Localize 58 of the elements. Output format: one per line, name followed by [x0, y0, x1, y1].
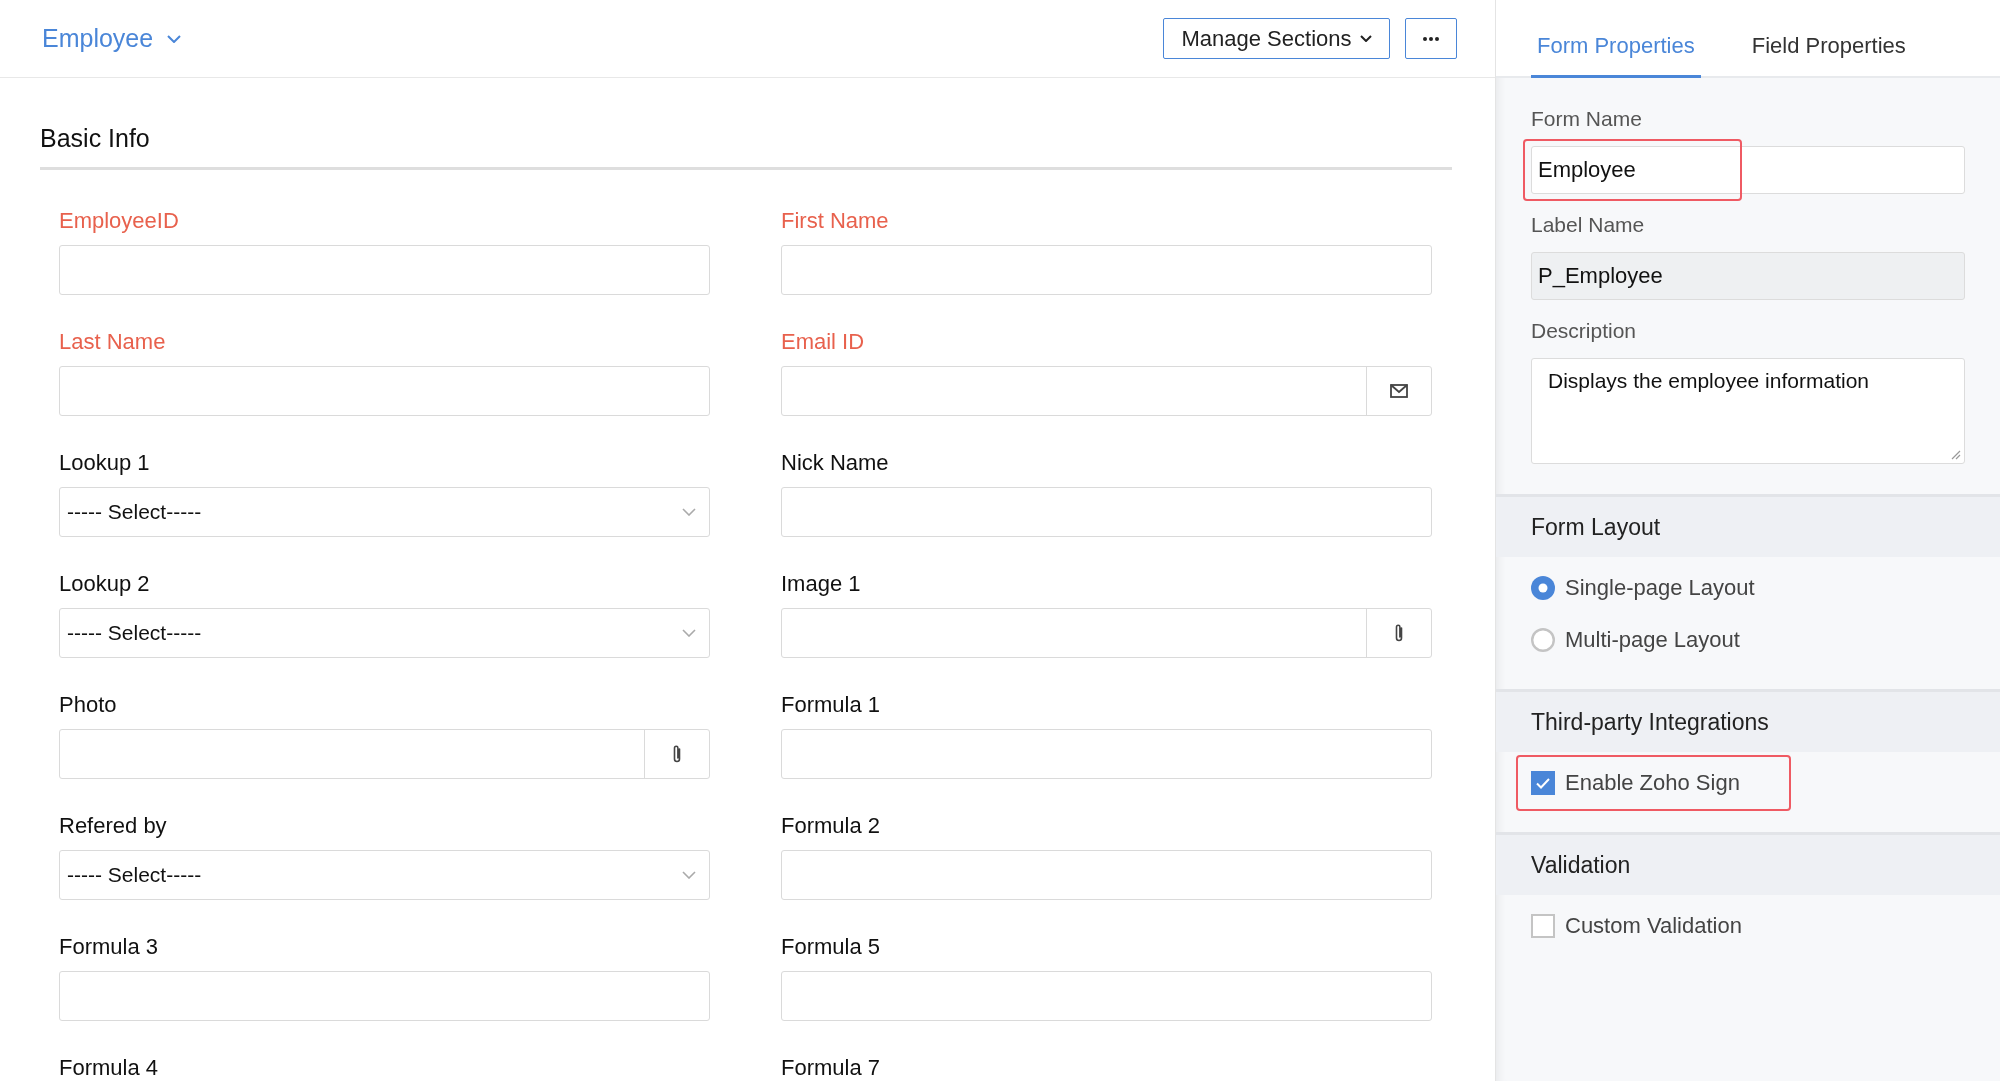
field-label: Description [1531, 318, 1637, 343]
field-label: Last Name [59, 330, 166, 354]
select-dropdown[interactable]: ----- Select----- [59, 608, 710, 658]
chevron-down-icon [682, 508, 696, 516]
field-label: Image 1 [781, 572, 861, 596]
field-label: Formula 2 [781, 814, 881, 838]
panel-tab[interactable]: Form Properties [1531, 0, 1701, 78]
section-header: Third-party Integrations [1496, 692, 2000, 752]
radio-option[interactable]: Single-page Layout [1531, 568, 1755, 608]
field-label: First Name [781, 209, 889, 233]
field-label: Form Name [1531, 106, 1642, 131]
field-label: Formula 4 [59, 1056, 159, 1080]
field-label: EmployeeID [59, 209, 179, 233]
field-label: Photo [59, 693, 117, 717]
field-label: Email ID [781, 330, 865, 354]
text-field[interactable] [781, 487, 1432, 537]
file-upload-field[interactable] [59, 729, 710, 779]
section-header: Form Layout [1496, 497, 2000, 557]
text-field[interactable] [59, 971, 710, 1021]
field-label: Label Name [1531, 212, 1645, 237]
text-field[interactable] [781, 971, 1432, 1021]
chevron-down-icon [682, 871, 696, 879]
field-label: Lookup 1 [59, 451, 150, 475]
select-dropdown[interactable]: ----- Select----- [59, 487, 710, 537]
more-icon [1423, 36, 1439, 41]
field-label: Formula 1 [781, 693, 881, 717]
checkbox-option[interactable]: Custom Validation [1531, 906, 1742, 946]
chevron-down-icon [167, 34, 182, 43]
select-dropdown[interactable]: ----- Select----- [59, 850, 710, 900]
more-button[interactable] [1405, 18, 1457, 59]
paperclip-icon [672, 744, 682, 764]
radio-option[interactable]: Multi-page Layout [1531, 620, 1740, 660]
envelope-icon [1390, 384, 1408, 398]
field-label: Formula 3 [59, 935, 159, 959]
field-label: Formula 7 [781, 1056, 881, 1080]
text-field[interactable]: Employee [1531, 146, 1965, 194]
panel-tab[interactable]: Field Properties [1745, 0, 1912, 78]
field-label: Nick Name [781, 451, 889, 475]
chevron-down-icon [682, 629, 696, 637]
paperclip-icon [1394, 623, 1404, 643]
file-upload-field[interactable] [781, 608, 1432, 658]
text-field[interactable] [781, 729, 1432, 779]
field-label: Lookup 2 [59, 572, 150, 596]
email-field[interactable] [781, 366, 1432, 416]
section-header: Validation [1496, 835, 2000, 895]
manage-sections-button[interactable]: Manage Sections [1163, 18, 1390, 59]
checkbox-option[interactable]: Enable Zoho Sign [1531, 763, 1740, 803]
description-textarea[interactable]: Displays the employee information [1531, 358, 1965, 464]
section-title: Basic Info [40, 124, 150, 152]
text-field[interactable] [59, 366, 710, 416]
field-label: Formula 5 [781, 935, 881, 959]
caret-icon [1359, 35, 1372, 42]
text-field[interactable] [781, 850, 1432, 900]
field-label: Refered by [59, 814, 167, 838]
form-title-dropdown[interactable]: Employee [42, 24, 182, 53]
text-field[interactable] [59, 245, 710, 295]
text-field[interactable] [781, 245, 1432, 295]
resize-grip-icon [1949, 448, 1961, 460]
